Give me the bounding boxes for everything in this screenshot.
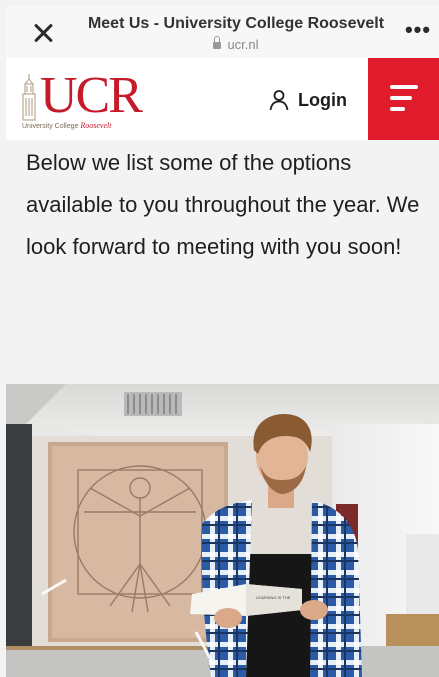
- intro-paragraph: Below we list some of the options availa…: [26, 150, 420, 259]
- logo-subtitle: University College Roosevelt: [22, 121, 112, 130]
- svg-text:LEARNING IS THE: LEARNING IS THE: [256, 595, 291, 600]
- logo-text: UCR: [40, 67, 143, 124]
- menu-button[interactable]: [368, 58, 439, 140]
- url-text: ucr.nl: [227, 37, 259, 52]
- close-icon[interactable]: [30, 20, 56, 46]
- login-button[interactable]: Login: [268, 86, 347, 114]
- main-content: Below we list some of the options availa…: [6, 140, 439, 384]
- tower-icon: [22, 74, 36, 121]
- browser-bar: Meet Us - University College Roosevelt u…: [6, 6, 439, 58]
- url-bar[interactable]: ucr.nl: [76, 36, 396, 52]
- hero-photo: LEARNING IS THE: [6, 384, 439, 677]
- site-header: UCR University College Roosevelt Login: [6, 58, 439, 141]
- lock-icon: [213, 36, 222, 49]
- page-title: Meet Us - University College Roosevelt: [87, 15, 385, 32]
- more-icon[interactable]: •••: [403, 18, 433, 42]
- menu-line: [390, 107, 405, 111]
- person-icon: [269, 90, 289, 111]
- page: Meet Us - University College Roosevelt u…: [0, 0, 439, 677]
- menu-line: [390, 96, 412, 100]
- student-reading-photo: LEARNING IS THE: [6, 384, 439, 677]
- hamburger-menu-icon: [390, 85, 418, 89]
- login-label: Login: [298, 89, 347, 110]
- ucr-logo[interactable]: UCR University College Roosevelt: [20, 67, 160, 130]
